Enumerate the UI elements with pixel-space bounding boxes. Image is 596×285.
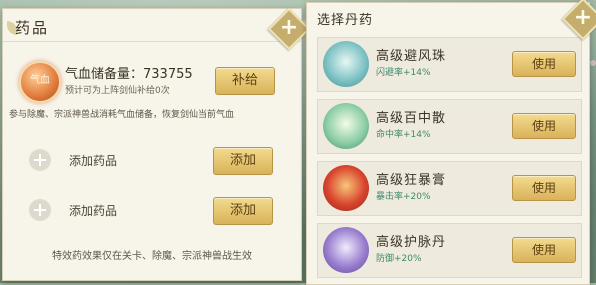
medicine-slot-label: 添加药品 bbox=[69, 154, 118, 168]
hp-supply-estimate: 预计可为上阵剑仙补给0次 bbox=[65, 86, 170, 96]
medicine-panel-title: 药品 bbox=[15, 19, 50, 37]
add-medicine-button[interactable]: 添加 bbox=[213, 147, 273, 175]
pill-name: 高级护脉丹 bbox=[376, 235, 447, 250]
powder-jar-icon bbox=[323, 103, 369, 149]
pill-effect: 命中率+14% bbox=[376, 130, 431, 140]
hp-orb-label: 气血 bbox=[30, 75, 50, 86]
medicine-panel: 药品 气血 气血储备量：733755 预计可为上阵剑仙补给0次 补给 参与除魔、… bbox=[2, 8, 302, 281]
pill-item: 高级狂暴膏 暴击率+20% 使用 bbox=[317, 161, 582, 216]
pill-name: 高级狂暴膏 bbox=[376, 173, 447, 188]
pill-item: 高级百中散 命中率+14% 使用 bbox=[317, 99, 582, 154]
use-pill-button[interactable]: 使用 bbox=[512, 237, 576, 263]
medicine-slot: 添加药品 添加 bbox=[29, 197, 284, 225]
pill-name: 高级避风珠 bbox=[376, 49, 447, 64]
medicine-effect-note: 特效药效果仅在关卡、除魔、宗派神兽战生效 bbox=[52, 251, 252, 262]
pill-effect: 防御+20% bbox=[376, 254, 422, 264]
hp-storage-description: 参与除魔、宗派神兽战消耗气血储备，恢复剑仙当前气血 bbox=[9, 110, 235, 120]
medicine-slot: 添加药品 添加 bbox=[29, 147, 284, 175]
medicine-slot-label: 添加药品 bbox=[69, 204, 118, 218]
add-plus-icon[interactable] bbox=[29, 199, 51, 221]
pulse-pill-icon bbox=[323, 227, 369, 273]
pill-name: 高级百中散 bbox=[376, 111, 447, 126]
supply-button[interactable]: 补给 bbox=[215, 67, 275, 95]
pill-effect: 暴击率+20% bbox=[376, 192, 431, 202]
ointment-box-icon bbox=[323, 165, 369, 211]
hp-storage-row: 气血 气血储备量：733755 预计可为上阵剑仙补给0次 补给 bbox=[19, 59, 289, 103]
pill-item: 高级避风珠 闪避率+14% 使用 bbox=[317, 37, 582, 92]
select-pill-panel: 选择丹药 高级避风珠 闪避率+14% 使用 高级百中散 命中率+14% 使用 高… bbox=[306, 2, 590, 285]
pill-item: 高级护脉丹 防御+20% 使用 bbox=[317, 223, 582, 278]
select-pill-title: 选择丹药 bbox=[317, 13, 374, 28]
medicine-panel-header: 药品 bbox=[3, 9, 301, 42]
use-pill-button[interactable]: 使用 bbox=[512, 175, 576, 201]
add-plus-icon[interactable] bbox=[29, 149, 51, 171]
add-medicine-button[interactable]: 添加 bbox=[213, 197, 273, 225]
blossom-decoration bbox=[590, 60, 596, 66]
pill-list: 高级避风珠 闪避率+14% 使用 高级百中散 命中率+14% 使用 高级狂暴膏 … bbox=[317, 37, 582, 285]
use-pill-button[interactable]: 使用 bbox=[512, 113, 576, 139]
pill-effect: 闪避率+14% bbox=[376, 68, 431, 78]
wind-pearl-icon bbox=[323, 41, 369, 87]
use-pill-button[interactable]: 使用 bbox=[512, 51, 576, 77]
hp-storage-amount: 气血储备量：733755 bbox=[65, 67, 193, 82]
hp-orb-icon: 气血 bbox=[19, 61, 61, 103]
